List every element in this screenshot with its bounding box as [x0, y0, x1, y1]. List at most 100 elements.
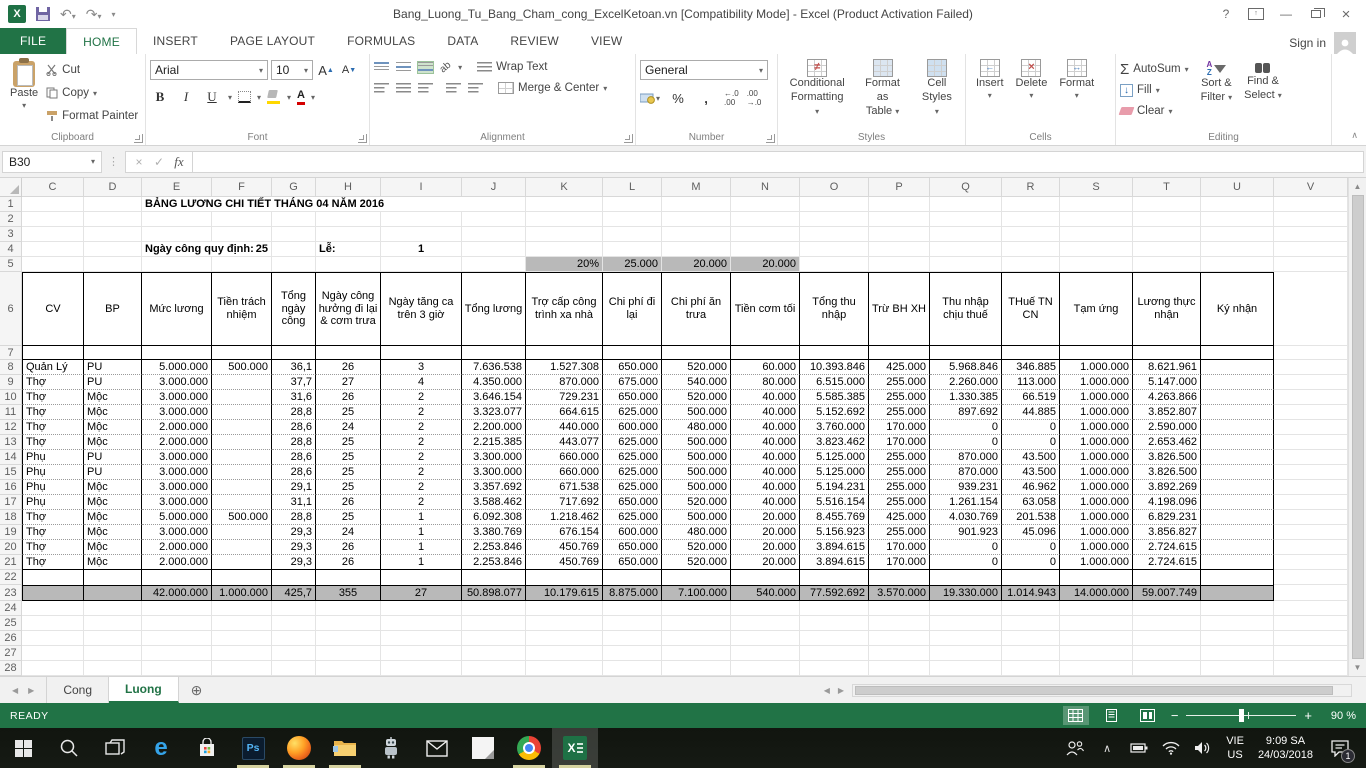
row-header-13[interactable]: 13 — [0, 435, 22, 450]
cell-N13[interactable]: 40.000 — [731, 435, 800, 450]
cell-I26[interactable] — [381, 631, 462, 646]
cell-G26[interactable] — [272, 631, 316, 646]
cell-H9[interactable]: 27 — [316, 375, 381, 390]
cell-G18[interactable]: 28,8 — [272, 510, 316, 525]
cell-H17[interactable]: 26 — [316, 495, 381, 510]
increase-indent-icon[interactable] — [468, 83, 483, 94]
cell-P10[interactable]: 255.000 — [869, 390, 930, 405]
cell-M12[interactable]: 480.000 — [662, 420, 731, 435]
cell-V9[interactable] — [1274, 375, 1348, 390]
collapse-ribbon-icon[interactable]: ∧ — [1351, 130, 1358, 141]
cell-E7[interactable] — [142, 346, 212, 360]
cell-O13[interactable]: 3.823.462 — [800, 435, 869, 450]
cell-T5[interactable] — [1133, 257, 1201, 272]
cell-K20[interactable]: 450.769 — [526, 540, 603, 555]
cell-I15[interactable]: 2 — [381, 465, 462, 480]
cell-S10[interactable]: 1.000.000 — [1060, 390, 1133, 405]
row-header-20[interactable]: 20 — [0, 540, 22, 555]
cell-L14[interactable]: 625.000 — [603, 450, 662, 465]
cell-N3[interactable] — [731, 227, 800, 242]
cell-L8[interactable]: 650.000 — [603, 360, 662, 375]
cell-C16[interactable]: Phụ — [22, 480, 84, 495]
language-indicator[interactable]: VIEUS — [1220, 734, 1250, 763]
cancel-entry-icon[interactable]: × — [130, 155, 148, 169]
cell-T17[interactable]: 4.198.096 — [1133, 495, 1201, 510]
cell-E18[interactable]: 5.000.000 — [142, 510, 212, 525]
cell-V28[interactable] — [1274, 661, 1348, 676]
cell-I18[interactable]: 1 — [381, 510, 462, 525]
row-header-9[interactable]: 9 — [0, 375, 22, 390]
cell-L27[interactable] — [603, 646, 662, 661]
cell-L20[interactable]: 650.000 — [603, 540, 662, 555]
cell-M4[interactable] — [662, 242, 731, 257]
cell-D27[interactable] — [84, 646, 142, 661]
cell-L4[interactable] — [603, 242, 662, 257]
cell-R19[interactable]: 45.096 — [1002, 525, 1060, 540]
cell-N22[interactable] — [731, 570, 800, 585]
cell-L26[interactable] — [603, 631, 662, 646]
cell-F22[interactable] — [212, 570, 272, 585]
col-header-O[interactable]: O — [800, 178, 869, 197]
cell-I19[interactable]: 1 — [381, 525, 462, 540]
number-dialog-launcher-icon[interactable] — [766, 134, 775, 143]
cell-Q20[interactable]: 0 — [930, 540, 1002, 555]
cell-Q8[interactable]: 5.968.846 — [930, 360, 1002, 375]
cell-N5[interactable]: 20.000 — [731, 257, 800, 272]
cell-V4[interactable] — [1274, 242, 1348, 257]
cell-P1[interactable] — [869, 197, 930, 212]
row-header-25[interactable]: 25 — [0, 616, 22, 631]
cell-M20[interactable]: 520.000 — [662, 540, 731, 555]
cell-Q13[interactable]: 0 — [930, 435, 1002, 450]
col-header-R[interactable]: R — [1002, 178, 1060, 197]
cell-T1[interactable] — [1133, 197, 1201, 212]
cell-H19[interactable]: 24 — [316, 525, 381, 540]
cell-S13[interactable]: 1.000.000 — [1060, 435, 1133, 450]
horizontal-scroll-thumb[interactable] — [855, 686, 1333, 695]
cell-J8[interactable]: 7.636.538 — [462, 360, 526, 375]
cell-P8[interactable]: 425.000 — [869, 360, 930, 375]
hscroll-right-icon[interactable]: ▶ — [838, 686, 844, 695]
hidden-icons-chevron[interactable]: ∧ — [1092, 728, 1122, 768]
increase-font-icon[interactable]: A▲ — [316, 60, 336, 80]
cell-L7[interactable] — [603, 346, 662, 360]
cell-U17[interactable] — [1201, 495, 1274, 510]
percent-style-icon[interactable]: % — [668, 88, 688, 108]
underline-button[interactable]: U — [202, 87, 222, 107]
align-right-icon[interactable] — [418, 83, 433, 94]
chrome-button[interactable] — [506, 728, 552, 768]
cell-I25[interactable] — [381, 616, 462, 631]
cell-D7[interactable] — [84, 346, 142, 360]
name-box[interactable]: B30▾ — [2, 151, 102, 173]
cell-R12[interactable]: 0 — [1002, 420, 1060, 435]
cell-N8[interactable]: 60.000 — [731, 360, 800, 375]
cell-V20[interactable] — [1274, 540, 1348, 555]
cell-K7[interactable] — [526, 346, 603, 360]
cell-T9[interactable]: 5.147.000 — [1133, 375, 1201, 390]
cell-H16[interactable]: 25 — [316, 480, 381, 495]
cell-V1[interactable] — [1274, 197, 1348, 212]
cell-U6[interactable]: Ký nhận — [1201, 272, 1274, 346]
zoom-thumb[interactable] — [1239, 709, 1244, 722]
cell-O27[interactable] — [800, 646, 869, 661]
notes-app-button[interactable] — [460, 728, 506, 768]
cell-O15[interactable]: 5.125.000 — [800, 465, 869, 480]
cell-Q14[interactable]: 870.000 — [930, 450, 1002, 465]
cell-S7[interactable] — [1060, 346, 1133, 360]
col-header-G[interactable]: G — [272, 178, 316, 197]
align-bottom-icon[interactable] — [418, 62, 433, 73]
cell-N6[interactable]: Tiền cơm tối — [731, 272, 800, 346]
cell-F24[interactable] — [212, 601, 272, 616]
cell-V7[interactable] — [1274, 346, 1348, 360]
row-header-14[interactable]: 14 — [0, 450, 22, 465]
cell-S6[interactable]: Tạm ứng — [1060, 272, 1133, 346]
cell-D12[interactable]: Mộc — [84, 420, 142, 435]
cell-T28[interactable] — [1133, 661, 1201, 676]
cell-E6[interactable]: Mức lương — [142, 272, 212, 346]
cell-E13[interactable]: 2.000.000 — [142, 435, 212, 450]
align-top-icon[interactable] — [374, 62, 389, 73]
cell-H14[interactable]: 25 — [316, 450, 381, 465]
cell-T16[interactable]: 3.892.269 — [1133, 480, 1201, 495]
cell-M10[interactable]: 520.000 — [662, 390, 731, 405]
cell-D20[interactable]: Mộc — [84, 540, 142, 555]
cell-G17[interactable]: 31,1 — [272, 495, 316, 510]
